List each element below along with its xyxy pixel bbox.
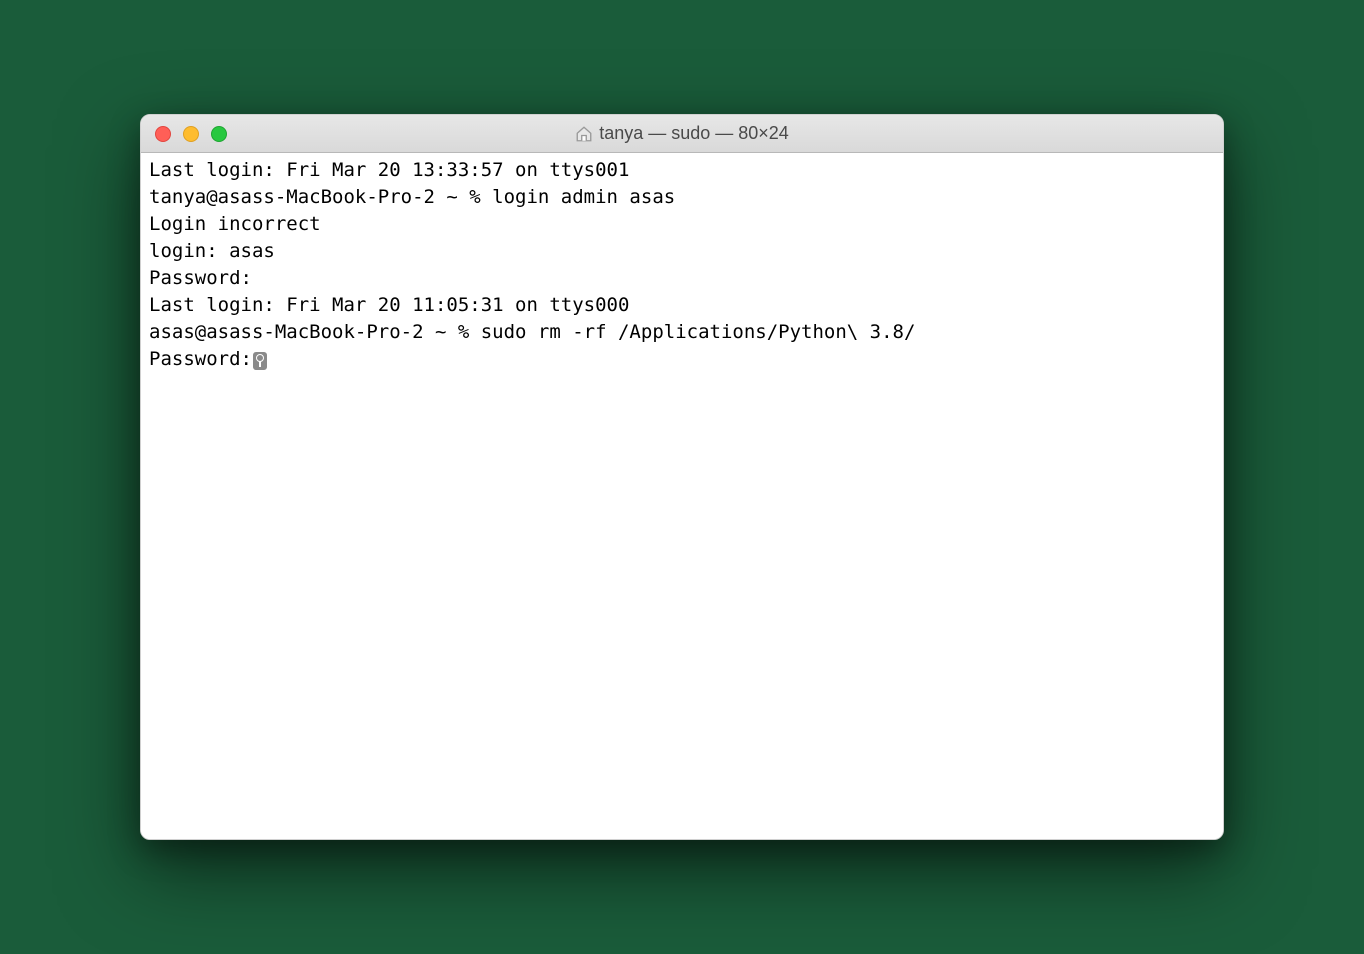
terminal-window: tanya — sudo — 80×24 Last login: Fri Mar… — [140, 114, 1224, 840]
terminal-line: Last login: Fri Mar 20 11:05:31 on ttys0… — [149, 292, 1215, 319]
terminal-line: login: asas — [149, 238, 1215, 265]
home-icon — [575, 125, 593, 143]
terminal-line: asas@asass-MacBook-Pro-2 ~ % sudo rm -rf… — [149, 319, 1215, 346]
window-title: tanya — sudo — 80×24 — [599, 123, 789, 144]
terminal-line: tanya@asass-MacBook-Pro-2 ~ % login admi… — [149, 184, 1215, 211]
terminal-line: Password: — [149, 346, 1215, 373]
window-title-container: tanya — sudo — 80×24 — [141, 123, 1223, 144]
key-icon — [253, 352, 267, 370]
traffic-lights — [141, 126, 227, 142]
terminal-content[interactable]: Last login: Fri Mar 20 13:33:57 on ttys0… — [141, 153, 1223, 839]
terminal-line: Last login: Fri Mar 20 13:33:57 on ttys0… — [149, 157, 1215, 184]
maximize-button[interactable] — [211, 126, 227, 142]
terminal-line: Password: — [149, 265, 1215, 292]
password-prompt-text: Password: — [149, 348, 252, 370]
close-button[interactable] — [155, 126, 171, 142]
terminal-line: Login incorrect — [149, 211, 1215, 238]
titlebar[interactable]: tanya — sudo — 80×24 — [141, 115, 1223, 153]
minimize-button[interactable] — [183, 126, 199, 142]
